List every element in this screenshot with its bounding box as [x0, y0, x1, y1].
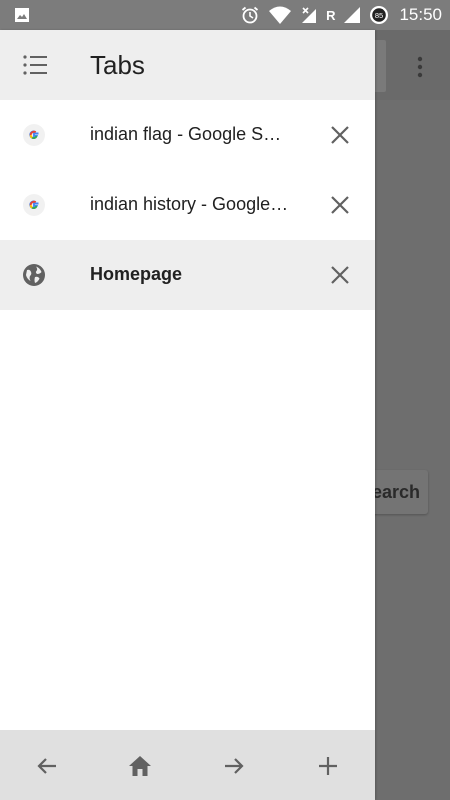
image-icon: [15, 8, 29, 22]
status-icons: R 85 15:50: [240, 0, 442, 30]
tab-title: indian flag - Google Search: [90, 124, 290, 144]
forward-arrow-icon[interactable]: [220, 752, 248, 780]
tab-item[interactable]: indian flag - Google Search: [0, 100, 375, 170]
close-tab-icon[interactable]: [326, 261, 354, 289]
back-arrow-icon[interactable]: [33, 752, 61, 780]
status-time: 15:50: [399, 5, 442, 24]
tab-item[interactable]: indian history - Google Search: [0, 170, 375, 240]
tab-item-active[interactable]: Homepage: [0, 240, 375, 310]
drawer-title: Tabs: [90, 50, 145, 80]
bottom-bar: [0, 730, 375, 800]
google-icon: [23, 124, 45, 146]
tab-title: indian history - Google Search: [90, 194, 290, 214]
tabs-drawer: Tabs indian flag - Google Search indian …: [0, 30, 375, 800]
add-tab-icon[interactable]: [314, 752, 342, 780]
tab-title: Homepage: [90, 264, 183, 284]
more-options-icon: [417, 56, 423, 78]
battery-level: 85: [375, 11, 383, 20]
globe-icon: [23, 264, 45, 286]
google-icon: [23, 194, 45, 216]
battery-icon: 85: [370, 6, 389, 24]
close-tab-icon[interactable]: [326, 191, 354, 219]
wifi-icon: [269, 6, 292, 24]
signal-icon: [344, 7, 361, 23]
tab-list: indian flag - Google Search indian histo…: [0, 100, 375, 310]
network-type-label: R: [326, 7, 336, 23]
home-icon[interactable]: [126, 752, 154, 780]
alarm-icon: [241, 6, 259, 24]
close-tab-icon[interactable]: [326, 121, 354, 149]
drawer-header: Tabs: [0, 30, 375, 100]
tab-list-icon[interactable]: [22, 53, 48, 77]
signal-x-icon: [302, 7, 317, 23]
status-bar: R 85 15:50: [0, 0, 450, 30]
